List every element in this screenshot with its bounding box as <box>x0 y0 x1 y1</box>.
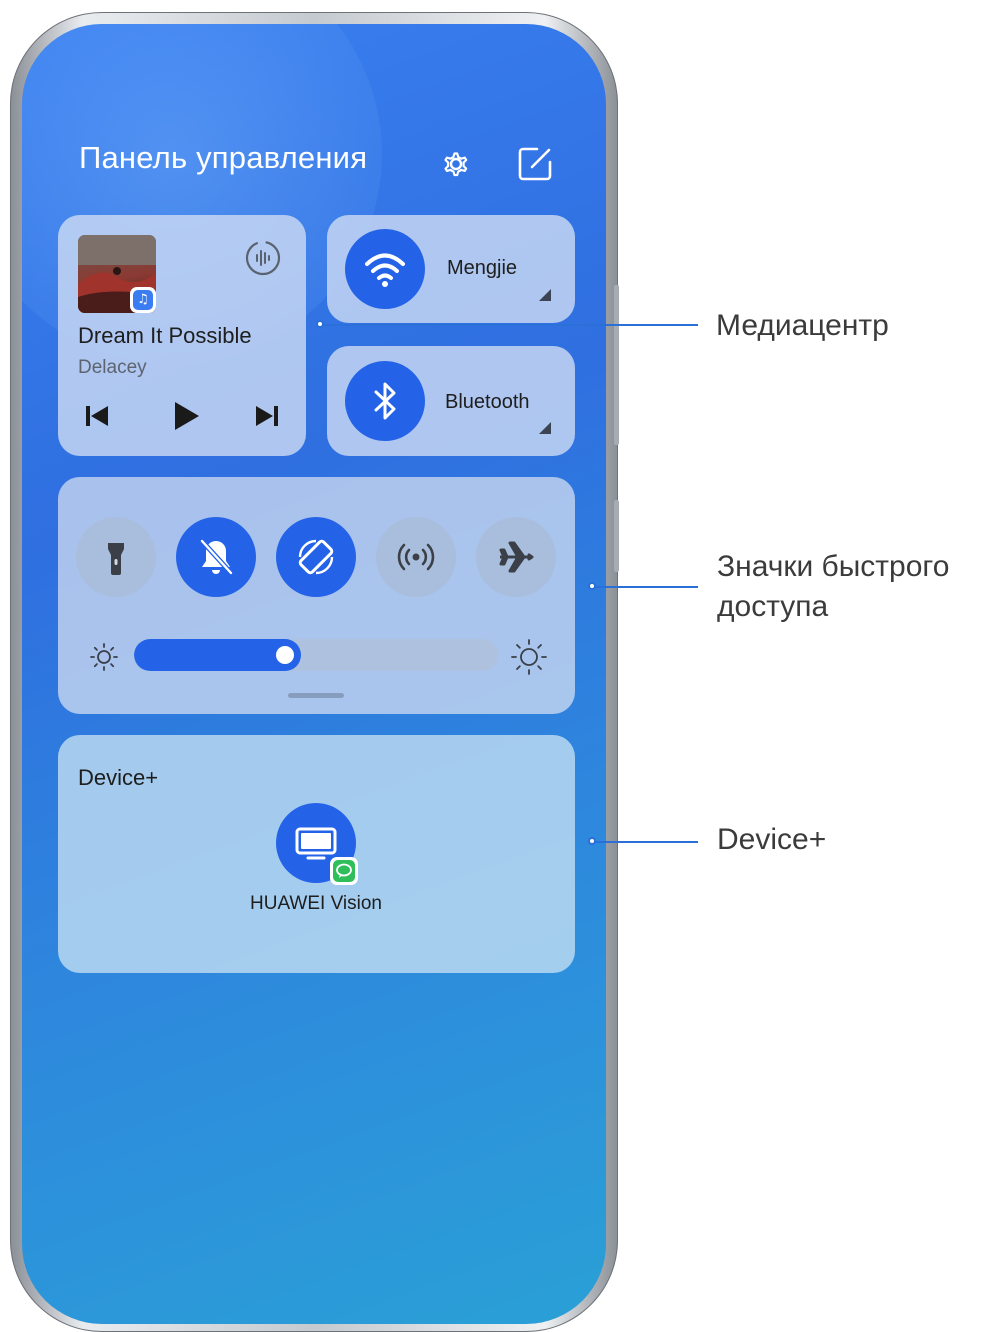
skip-next-icon[interactable] <box>252 401 282 431</box>
brightness-low-icon <box>90 643 118 671</box>
callout-quick-line2: доступа <box>717 590 829 623</box>
wifi-card[interactable]: Mengjie <box>327 215 575 323</box>
expand-arrow-icon[interactable] <box>539 422 551 434</box>
bluetooth-label: Bluetooth <box>445 391 530 413</box>
chat-bubble-icon <box>333 860 355 882</box>
flashlight-icon <box>108 543 124 575</box>
bluetooth-toggle[interactable] <box>345 361 425 441</box>
callout-dot-device <box>588 837 596 845</box>
brightness-knob[interactable] <box>276 646 294 664</box>
expand-arrow-icon[interactable] <box>539 289 551 301</box>
play-icon[interactable] <box>168 399 202 433</box>
callout-media: Медиацентр <box>716 309 889 342</box>
song-artist: Delacey <box>78 357 147 378</box>
device-name: HUAWEI Vision <box>250 893 382 914</box>
wifi-toggle[interactable] <box>345 229 425 309</box>
wifi-network-name: Mengjie <box>447 257 518 279</box>
quick-access-card <box>58 477 575 714</box>
hotspot-toggle[interactable] <box>376 517 456 597</box>
control-panel-title: Панель управления <box>79 140 368 175</box>
gear-icon[interactable] <box>435 144 475 184</box>
airplane-toggle[interactable] <box>476 517 556 597</box>
music-app-icon: ♫ <box>130 287 156 313</box>
drag-handle[interactable] <box>288 693 344 698</box>
device-plus-card: Device+ HUAWEI Vision <box>58 735 575 973</box>
callout-dot-quick <box>588 582 596 590</box>
hotspot-icon <box>397 543 435 571</box>
rotate-icon <box>298 539 334 575</box>
media-card[interactable]: ♫ Dream It Possible Delacey <box>58 215 306 456</box>
song-title: Dream It Possible <box>78 323 252 348</box>
callout-dot-media <box>316 320 324 328</box>
audio-output-icon[interactable] <box>244 239 282 277</box>
bluetooth-icon <box>374 382 396 420</box>
bell-off-icon <box>200 539 233 575</box>
callout-device: Device+ <box>717 823 827 856</box>
music-note-icon: ♫ <box>133 290 153 310</box>
bluetooth-card[interactable]: Bluetooth <box>327 346 575 456</box>
callout-quick-line1: Значки быстрого <box>717 550 950 583</box>
brightness-high-icon <box>511 639 547 675</box>
skip-previous-icon[interactable] <box>82 401 112 431</box>
auto-rotate-toggle[interactable] <box>276 517 356 597</box>
edit-icon[interactable] <box>515 144 555 184</box>
silent-toggle[interactable] <box>176 517 256 597</box>
brightness-slider[interactable] <box>134 639 498 671</box>
callout-line-quick <box>592 586 698 588</box>
volume-button <box>614 285 619 445</box>
wifi-icon <box>365 253 405 287</box>
airplane-icon <box>499 541 534 573</box>
device-plus-title: Device+ <box>78 765 159 790</box>
callout-line-device <box>592 841 698 843</box>
flashlight-toggle[interactable] <box>76 517 156 597</box>
power-button <box>614 500 619 572</box>
callout-line-media <box>320 324 698 326</box>
phone-screen: Панель управления ♫ Dream It Possible De… <box>22 24 606 1324</box>
chat-badge-icon <box>330 857 358 885</box>
